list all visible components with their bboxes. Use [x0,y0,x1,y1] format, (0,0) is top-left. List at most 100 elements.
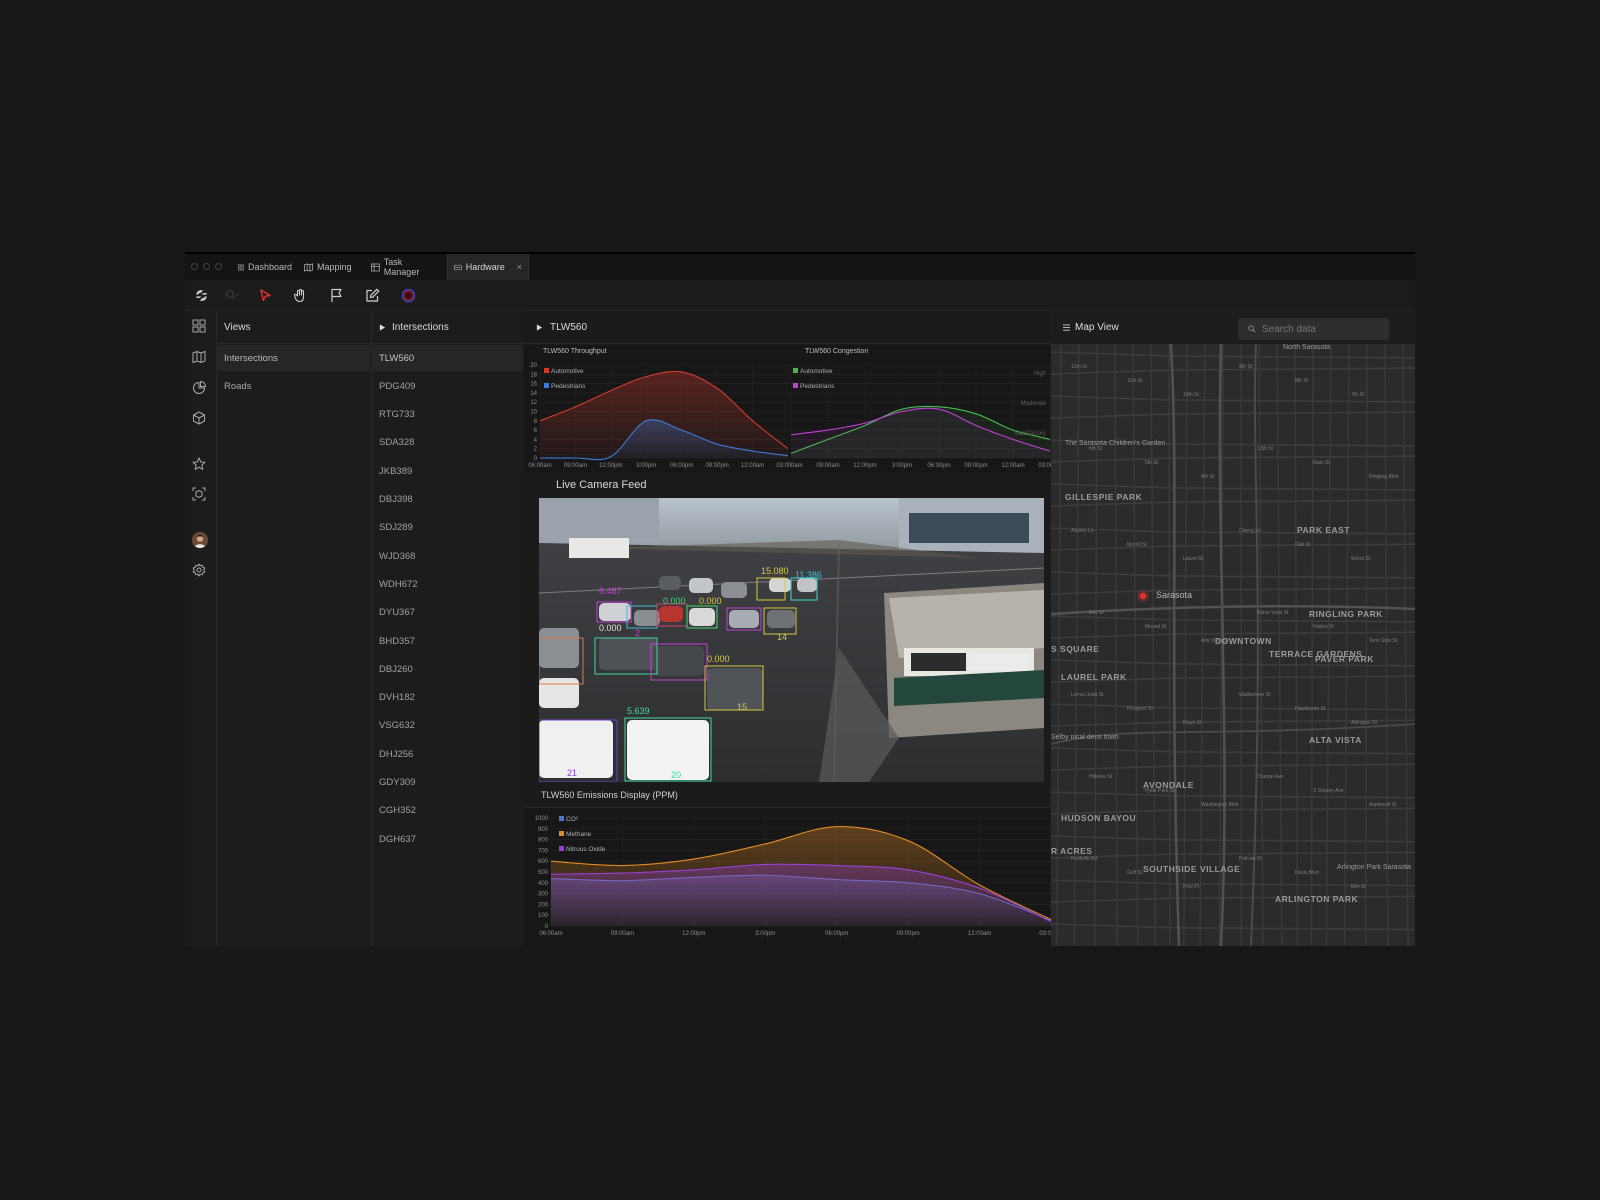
flag-tool[interactable] [326,285,346,305]
rail-favorites[interactable] [192,457,208,473]
intersection-item[interactable]: VSG632 [371,713,523,739]
detection-label: 5.639 [627,706,650,716]
legend-label: Methane [566,831,592,838]
tab-hardware[interactable]: Hardware × [447,254,529,280]
window-close-control[interactable] [191,263,198,270]
table-icon [371,263,380,271]
legend-swatch [793,368,798,373]
map-area-label: North Sarasota [1283,344,1331,351]
intersection-item[interactable]: DHJ256 [371,741,523,767]
x-tick-label: 12:00pm [682,931,705,937]
street-label: Arlington St [1351,720,1377,726]
detection-label: 2 [635,628,640,638]
intersection-item[interactable]: DBJ260 [371,656,523,682]
y-tick-label: 400 [538,881,549,887]
street-label: Orange Ave [1257,774,1284,780]
car [767,610,795,628]
street-label: Bahia Vista St [1257,610,1289,616]
window-minimize-control[interactable] [203,263,210,270]
search-tool[interactable] [221,285,241,305]
view-item-intersections[interactable]: Intersections [216,345,370,371]
tab-mapping[interactable]: Mapping [298,254,362,280]
intersection-item[interactable]: DYU367 [371,600,523,626]
close-icon[interactable]: × [517,262,522,272]
rail-mapping[interactable] [192,350,208,366]
emissions-chart: 0 100 200 300 400 500 600 700 800 900 1000 06:00am 0… [524,808,1051,946]
intersection-item[interactable]: SDA328 [371,430,523,456]
street-label: Alta Vista St [1201,638,1229,644]
tab-label: Mapping [317,262,352,272]
intersection-item[interactable]: DBJ398 [371,487,523,513]
detection-label: 15 [737,702,747,712]
street-label: 4th St [1201,474,1215,480]
rail-dashboard[interactable] [192,319,208,335]
intersection-label: DHJ256 [379,748,414,760]
street-label: Waldemere St [1239,692,1271,698]
y-tick-label: 20 [530,363,537,369]
view-item-roads[interactable]: Roads [216,373,370,399]
intersection-item[interactable]: GDY309 [371,770,523,796]
window-maximize-control[interactable] [215,263,222,270]
rail-hardware[interactable] [192,411,208,427]
record-tool[interactable] [398,285,418,305]
detection-label: 0.000 [699,596,722,606]
pointer-tool[interactable] [255,285,275,305]
detail-header[interactable]: TLW560 [524,311,1051,344]
avatar[interactable] [192,532,208,548]
hand-tool[interactable] [290,285,310,305]
tab-task-manager[interactable]: Task Manager [365,254,445,280]
intersection-item[interactable]: DVH182 [371,685,523,711]
rail-scan[interactable] [192,487,208,503]
play-icon [379,323,386,331]
detection-label: 11.386 [795,570,822,580]
intersection-item[interactable]: WDH672 [371,571,523,597]
map-title: Map View [1075,322,1119,333]
live-camera-feed[interactable]: 8.487 0.000 15.080 11.386 0.000 5.639 21 20 15 14… [539,498,1044,782]
rail-settings[interactable] [192,563,208,579]
intersection-item[interactable]: SDJ289 [371,515,523,541]
street-label: 10th St [1183,392,1199,398]
intersection-label: PDG409 [379,380,416,392]
hand-icon [293,288,304,302]
x-tick-label: 12:00am [968,931,991,937]
intersection-item[interactable]: JKB389 [371,458,523,484]
detection-label: 0.000 [599,623,622,633]
intersection-label: DYU367 [379,607,415,619]
y-tick-label: 100 [538,913,549,919]
legend-swatch [559,816,564,821]
views-panel: Views Intersections Roads [216,311,372,946]
intersection-item[interactable]: TLW560 [371,345,523,371]
detection-label: 15.080 [761,566,789,576]
rail-analytics[interactable] [192,380,208,397]
map-area-label: S SQUARE [1051,644,1100,654]
intersection-item[interactable]: DGH637 [371,826,523,852]
legend-label: Pedestrians [800,383,835,390]
x-tick-label: 06:00am [788,463,803,469]
intersection-label: WDH672 [379,578,418,590]
intersection-item[interactable]: WJD368 [371,543,523,569]
map-search-field[interactable] [1238,318,1389,340]
map-search-input[interactable] [1262,323,1372,335]
intersection-item[interactable]: BHD357 [371,628,523,654]
map-view[interactable]: Map View GILLESPIE PARK PARK EAST RINGLING… [1051,311,1415,946]
views-header: Views [216,311,370,344]
street-label: Golf St [1127,870,1143,876]
car [659,606,683,622]
tab-dashboard[interactable]: Dashboard [232,254,298,280]
y-tick-label: 12 [530,400,537,406]
app-window: Dashboard Mapping Task Manager Hardware … [185,254,1415,946]
search-icon [1248,325,1256,333]
intersections-header[interactable]: Intersections [371,311,523,344]
y-tick-label: 500 [538,870,549,876]
menu-icon[interactable] [1063,324,1070,331]
intersection-item[interactable]: CGH352 [371,798,523,824]
y-tick-label: 0 [788,456,789,462]
intersection-item[interactable]: PDG409 [371,373,523,399]
street-label: Fruitville Rd [1071,856,1098,862]
intersection-item[interactable]: RTG733 [371,402,523,428]
street-label: Oak St [1295,542,1311,548]
tab-label: Task Manager [383,257,420,277]
edit-tool[interactable] [362,285,382,305]
view-item-label: Intersections [224,352,278,364]
street-label: Hatton St [1313,624,1334,630]
